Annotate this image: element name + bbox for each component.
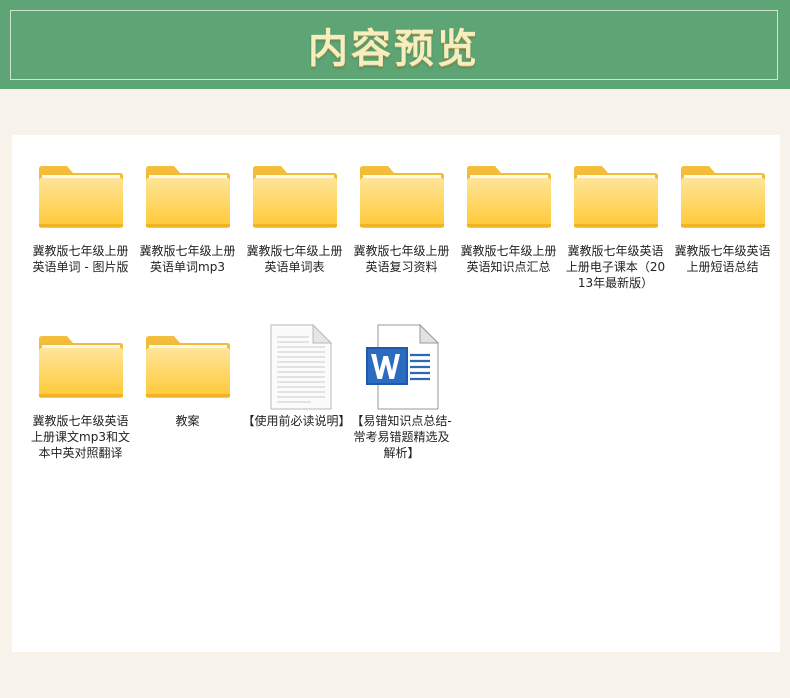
folder-icon [572,153,660,241]
file-name: 教案 [175,414,200,428]
file-name: 冀教版七年级英语上册课文mp3和文本中英对照翻译 [31,414,130,460]
file-name: 【易错知识点总结-常考易错题精选及解析】 [351,414,452,460]
file-item-folder[interactable]: 冀教版七年级英语上册短语总结 [669,153,776,323]
file-panel: 冀教版七年级上册英语单词 - 图片版 冀教版七年级上册英语单词mp3 冀教版七年… [12,135,780,652]
folder-icon [37,153,125,241]
folder-icon [465,153,553,241]
file-name: 冀教版七年级上册英语单词mp3 [139,244,236,274]
header-banner: 内容预览 [0,0,790,89]
file-grid: 冀教版七年级上册英语单词 - 图片版 冀教版七年级上册英语单词mp3 冀教版七年… [27,153,776,493]
file-item-text-document[interactable]: 【使用前必读说明】 [241,323,351,493]
folder-icon [679,153,767,241]
file-item-folder[interactable]: 冀教版七年级英语上册课文mp3和文本中英对照翻译 [27,323,134,493]
file-item-folder[interactable]: 冀教版七年级上册英语单词mp3 [134,153,241,323]
file-item-folder[interactable]: 冀教版七年级上册英语单词表 [241,153,348,323]
file-name: 冀教版七年级英语上册短语总结 [674,244,771,274]
file-item-folder[interactable]: 冀教版七年级英语上册电子课本（2013年最新版） [562,153,669,323]
folder-icon [144,323,232,411]
file-item-folder[interactable]: 教案 [134,323,241,493]
folder-icon [144,153,232,241]
file-name: 冀教版七年级上册英语单词表 [246,244,343,274]
page-title: 内容预览 [308,25,480,72]
file-name: 冀教版七年级上册英语单词 - 图片版 [32,244,129,274]
folder-icon [358,153,446,241]
file-name: 冀教版七年级上册英语知识点汇总 [460,244,557,274]
file-name: 冀教版七年级英语上册电子课本（2013年最新版） [565,244,666,290]
file-name: 冀教版七年级上册英语复习资料 [353,244,450,274]
file-item-folder[interactable]: 冀教版七年级上册英语知识点汇总 [455,153,562,323]
header-frame: 内容预览 [10,10,778,80]
folder-icon [251,153,339,241]
file-item-folder[interactable]: 冀教版七年级上册英语复习资料 [348,153,455,323]
file-item-folder[interactable]: 冀教版七年级上册英语单词 - 图片版 [27,153,134,323]
word-document-icon [365,323,439,410]
file-name: 【使用前必读说明】 [242,414,351,428]
folder-icon [37,323,125,411]
text-document-icon [270,323,332,410]
file-item-word-document[interactable]: 【易错知识点总结-常考易错题精选及解析】 [348,323,455,493]
